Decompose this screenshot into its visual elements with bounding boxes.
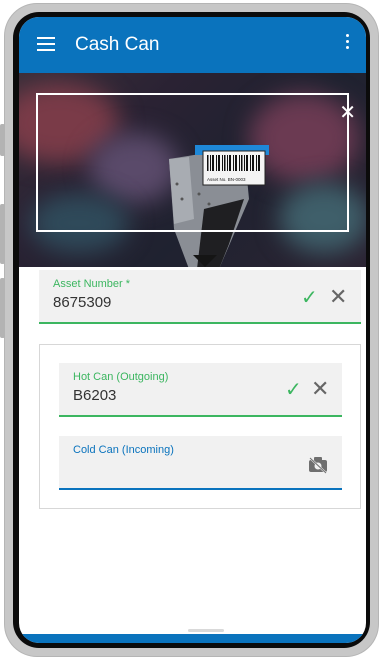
app-bar: Cash Can [19, 17, 366, 73]
phone-volume-down [0, 278, 5, 338]
phone-volume-up [0, 204, 5, 264]
phone-side-button [0, 124, 5, 156]
asset-number-value[interactable]: 8675309 [53, 294, 111, 311]
asset-number-field[interactable]: Asset Number * 8675309 ✓ ✕ [39, 270, 361, 324]
screen: Cash Can Asset No. BN-0003 ✕ Asset Numbe… [19, 17, 366, 643]
can-group-card: Hot Can (Outgoing) B6203 ✓ ✕ Cold Can (I… [39, 344, 361, 509]
hot-can-value[interactable]: B6203 [73, 387, 116, 404]
cold-can-label: Cold Can (Incoming) [73, 444, 174, 456]
check-icon[interactable]: ✓ [301, 285, 318, 310]
camera-preview: Asset No. BN-0003 ✕ [19, 73, 366, 267]
asset-number-label: Asset Number * [53, 278, 131, 290]
preview-pointer [193, 255, 217, 267]
app-title: Cash Can [75, 34, 160, 55]
clear-icon[interactable]: ✕ [329, 286, 347, 308]
cold-can-field[interactable]: Cold Can (Incoming) [59, 436, 342, 490]
bottom-sheet-handle[interactable] [188, 629, 224, 632]
camera-off-icon[interactable] [307, 456, 329, 474]
close-icon[interactable]: ✕ [339, 103, 356, 123]
scan-frame [36, 93, 349, 232]
clear-icon[interactable]: ✕ [311, 378, 329, 400]
menu-icon[interactable] [37, 37, 55, 51]
hot-can-field[interactable]: Hot Can (Outgoing) B6203 ✓ ✕ [59, 363, 342, 417]
more-vert-icon[interactable] [346, 34, 350, 52]
check-icon[interactable]: ✓ [285, 377, 302, 402]
hot-can-label: Hot Can (Outgoing) [73, 371, 169, 383]
bottom-bar [19, 634, 366, 643]
